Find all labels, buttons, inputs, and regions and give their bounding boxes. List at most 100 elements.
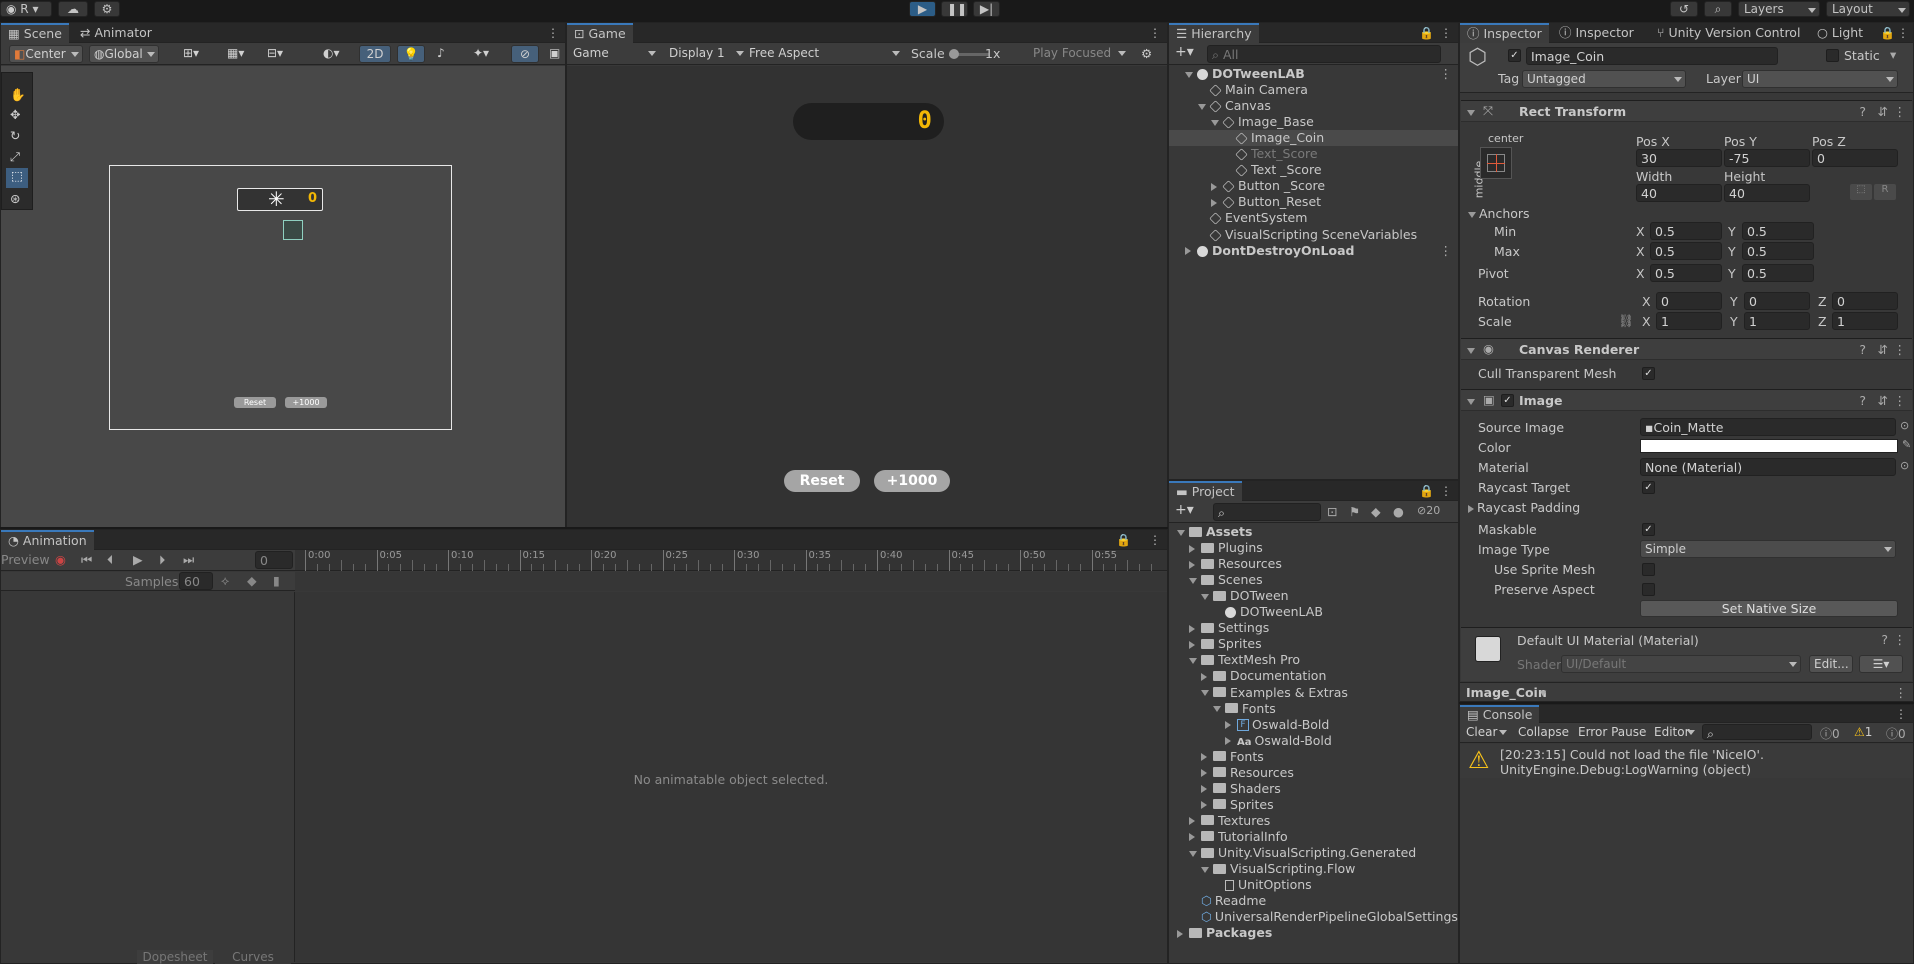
more-icon[interactable]: ⋮ — [1440, 243, 1453, 259]
tab-scene[interactable]: ▦ Scene — [1, 23, 69, 43]
object-name-field[interactable]: Image_Coin — [1526, 47, 1778, 65]
fold-down-icon[interactable] — [1201, 866, 1209, 873]
rotate-tool-icon[interactable]: ↻ — [10, 128, 20, 143]
tab-light[interactable]: ○ Light — [1810, 23, 1870, 43]
source-image-field[interactable]: ▪Coin_Matte — [1640, 418, 1896, 436]
project-item[interactable]: DOTweenLAB — [1169, 604, 1458, 620]
cloud-icon[interactable]: ☁ — [58, 1, 88, 17]
lock-icon[interactable]: 🔒 — [1880, 26, 1895, 40]
first-key-icon[interactable]: ⏮ — [81, 552, 92, 568]
aspect-dropdown[interactable]: Free Aspect — [745, 45, 903, 63]
effects-icon[interactable]: ✦▾ — [469, 45, 505, 63]
fold-right-icon[interactable] — [1189, 640, 1195, 649]
scene-reset-button[interactable]: Reset — [234, 397, 276, 408]
scene-plus-button[interactable]: +1000 — [285, 397, 327, 408]
lock-icon[interactable]: 🔒 — [1419, 26, 1434, 40]
more-icon[interactable]: ⋮ — [547, 26, 559, 40]
object-picker-icon[interactable]: ⊙ — [1900, 419, 1909, 432]
star-icon[interactable]: ● — [1393, 504, 1404, 519]
more-icon[interactable]: ⋮ — [1440, 66, 1453, 82]
shading-icon[interactable]: ◐▾ — [319, 45, 355, 63]
object-picker-icon[interactable]: ⊙ — [1900, 459, 1909, 472]
shader-menu-button[interactable]: ☰▾ — [1859, 655, 1903, 673]
pos-x-field[interactable]: 30 — [1636, 149, 1722, 167]
search-icon[interactable]: ⌕ — [1704, 1, 1732, 17]
project-item[interactable]: ⬡ UniversalRenderPipelineGlobalSettings — [1169, 909, 1458, 925]
step-button[interactable]: ▶| — [973, 1, 1000, 17]
anchor-max-x[interactable]: 0.5 — [1650, 242, 1722, 260]
tag-dropdown[interactable]: Untagged — [1522, 70, 1686, 88]
rect-tool-icon[interactable]: ⬚ — [6, 168, 28, 188]
console-entry[interactable]: ⚠ [20:23:15] Could not load the file 'Ni… — [1460, 744, 1913, 778]
fold-down-icon[interactable] — [1189, 850, 1197, 857]
raycast-padding-foldout[interactable]: Raycast Padding — [1468, 500, 1580, 515]
stats-icon[interactable]: ⚙ — [1141, 46, 1152, 61]
console-search[interactable]: ⌕ — [1702, 724, 1812, 740]
project-item[interactable]: TutorialInfo — [1169, 829, 1458, 845]
static-dropdown-icon[interactable]: ▾ — [1890, 47, 1896, 62]
grid-icon[interactable]: ▦▾ — [223, 45, 257, 63]
more-icon[interactable]: ⋮ — [1440, 26, 1452, 40]
rotation-x[interactable]: 0 — [1656, 292, 1722, 310]
fold-down-icon[interactable] — [1177, 529, 1185, 536]
hierarchy-item[interactable]: DOTweenLAB ⋮ — [1169, 66, 1458, 82]
hierarchy-item[interactable]: Button _Score — [1169, 178, 1458, 194]
hierarchy-item[interactable]: Main Camera — [1169, 82, 1458, 98]
layout-dropdown[interactable]: Layout — [1826, 1, 1910, 17]
fold-right-icon[interactable] — [1189, 624, 1195, 633]
play-icon[interactable]: ▶ — [133, 552, 143, 567]
fold-right-icon[interactable] — [1189, 817, 1195, 826]
help-icon[interactable]: ? — [1859, 342, 1866, 357]
scale-x[interactable]: 1 — [1656, 312, 1722, 330]
scale-tool-icon[interactable]: ⤢ — [10, 149, 20, 165]
layers-dropdown[interactable]: Layers — [1738, 1, 1820, 17]
fold-right-icon[interactable] — [1225, 737, 1231, 746]
lock-icon[interactable]: 🔒 — [1116, 533, 1131, 547]
project-item[interactable]: Examples & Extras — [1169, 685, 1458, 701]
image-type-dropdown[interactable]: Simple — [1640, 540, 1896, 558]
last-key-icon[interactable]: ⏭ — [183, 552, 194, 568]
mode-2d-toggle[interactable]: 2D — [359, 45, 391, 63]
fold-down-icon[interactable] — [1189, 577, 1197, 584]
rotation-z[interactable]: 0 — [1832, 292, 1898, 310]
next-key-icon[interactable]: ⏵ — [159, 552, 165, 568]
event-icon[interactable]: ▮ — [273, 573, 280, 588]
static-checkbox[interactable] — [1826, 49, 1839, 62]
increment-snap-icon[interactable]: ⊟▾ — [263, 45, 301, 63]
collapse-toggle[interactable]: Collapse — [1514, 724, 1570, 742]
camera-icon[interactable]: ▣ — [545, 45, 563, 63]
set-native-size-button[interactable]: Set Native Size — [1640, 600, 1898, 617]
hierarchy-item[interactable]: DontDestroyOnLoad ⋮ — [1169, 243, 1458, 259]
record-icon[interactable]: ◉ — [55, 552, 66, 567]
audio-icon[interactable]: ♪ — [433, 45, 457, 63]
fold-down-icon[interactable] — [1189, 657, 1197, 664]
image-component-header[interactable]: ▣ ✓ Image ? ⇵ ⋮ — [1461, 389, 1912, 411]
clear-dropdown[interactable]: Clear — [1462, 724, 1510, 742]
menu-icon[interactable]: ⋮ — [1894, 104, 1907, 119]
project-item[interactable]: DOTween — [1169, 588, 1458, 604]
curves-tab[interactable]: Curves — [215, 950, 291, 964]
fold-right-icon[interactable] — [1211, 198, 1217, 207]
hierarchy-item[interactable]: Image_Coin — [1169, 130, 1458, 147]
reset-button[interactable]: Reset — [784, 470, 860, 492]
hierarchy-item[interactable]: EventSystem — [1169, 210, 1458, 226]
layer-dropdown[interactable]: UI — [1742, 70, 1898, 88]
help-icon[interactable]: ? — [1881, 632, 1888, 647]
filter-type-icon[interactable]: ⊡ — [1327, 504, 1337, 519]
account-dropdown[interactable]: ◉ R ▾ — [0, 1, 52, 17]
hierarchy-item[interactable]: Button_Reset — [1169, 194, 1458, 210]
more-icon[interactable]: ⋮ — [1149, 26, 1161, 40]
display-dropdown[interactable]: Display 1 — [665, 45, 747, 63]
project-item[interactable]: Assets — [1169, 524, 1458, 540]
rotation-y[interactable]: 0 — [1744, 292, 1810, 310]
rect-transform-header[interactable]: ⤧ Rect Transform ? ⇵ ⋮ — [1461, 100, 1912, 122]
anchor-preset-button[interactable] — [1480, 147, 1512, 179]
fold-down-icon[interactable] — [1198, 103, 1206, 110]
tab-inspector-2[interactable]: ⓘ Inspector — [1552, 23, 1641, 43]
menu-icon[interactable]: ⋮ — [1894, 632, 1907, 647]
cull-checkbox[interactable]: ✓ — [1642, 367, 1655, 380]
anchors-foldout[interactable]: Anchors — [1468, 206, 1530, 221]
fold-right-icon[interactable] — [1201, 753, 1207, 762]
project-item[interactable]: Resources — [1169, 556, 1458, 572]
raw-edit-button[interactable]: R — [1874, 184, 1896, 200]
